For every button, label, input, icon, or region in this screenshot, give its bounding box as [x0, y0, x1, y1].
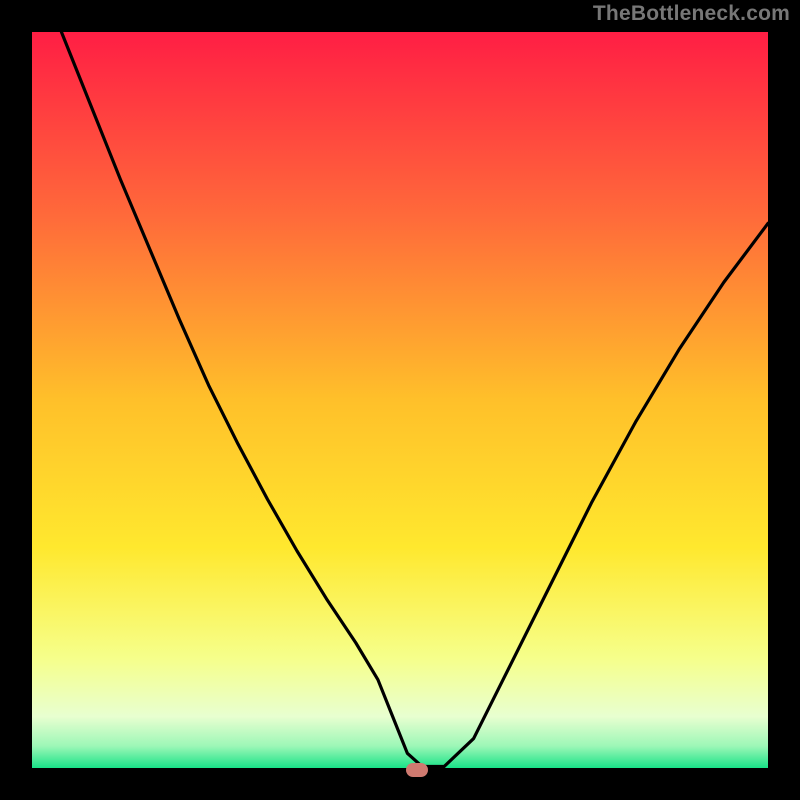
watermark-text: TheBottleneck.com	[593, 2, 790, 26]
chart-frame	[30, 30, 770, 770]
chart-background	[32, 32, 768, 768]
bottleneck-chart	[32, 32, 768, 768]
bottleneck-marker	[406, 763, 428, 777]
